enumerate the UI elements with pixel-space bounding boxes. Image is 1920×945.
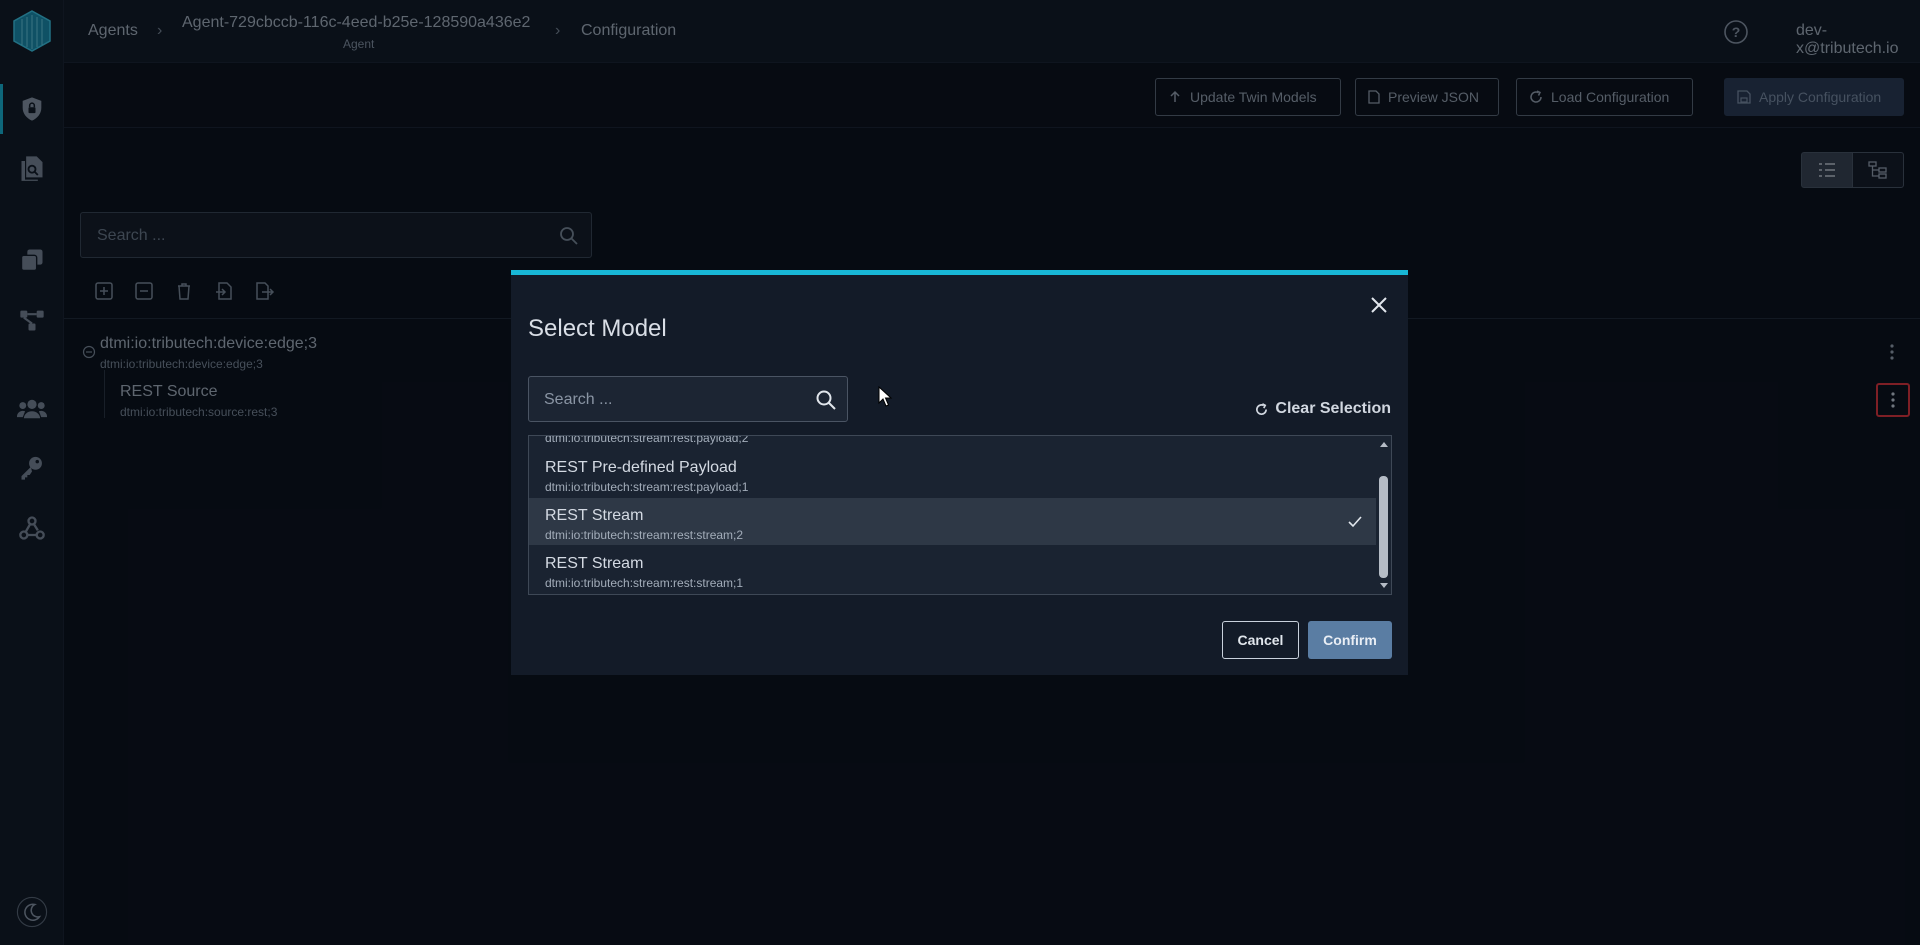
scrollbar-thumb[interactable] [1379,476,1388,578]
checkmark-icon [1348,516,1362,528]
list-item-partial-subtitle: dtmi:io:tributech:stream:rest:payload;2 [545,435,749,445]
clear-selection-button[interactable]: Clear Selection [1255,400,1391,418]
search-icon [816,390,836,410]
dialog-title: Select Model [528,315,667,342]
model-search-input[interactable]: Search ... [528,376,848,422]
scroll-up-arrow-icon[interactable] [1379,439,1389,449]
list-scrollbar[interactable] [1376,436,1391,594]
mouse-cursor-icon [878,386,893,407]
list-item[interactable]: REST Stream dtmi:io:tributech:stream:res… [529,546,1376,593]
confirm-button[interactable]: Confirm [1308,621,1392,659]
close-icon[interactable] [1367,293,1391,317]
select-model-dialog: Select Model Search ... Clear Selection … [511,270,1408,675]
refresh-icon [1256,402,1268,415]
scroll-down-arrow-icon[interactable] [1379,581,1389,591]
model-list: dtmi:io:tributech:stream:rest:payload;2 … [528,435,1392,595]
list-item-selected[interactable]: REST Stream dtmi:io:tributech:stream:res… [529,498,1376,545]
cancel-button[interactable]: Cancel [1222,621,1299,659]
list-item[interactable]: REST Pre-defined Payload dtmi:io:tribute… [529,450,1376,497]
